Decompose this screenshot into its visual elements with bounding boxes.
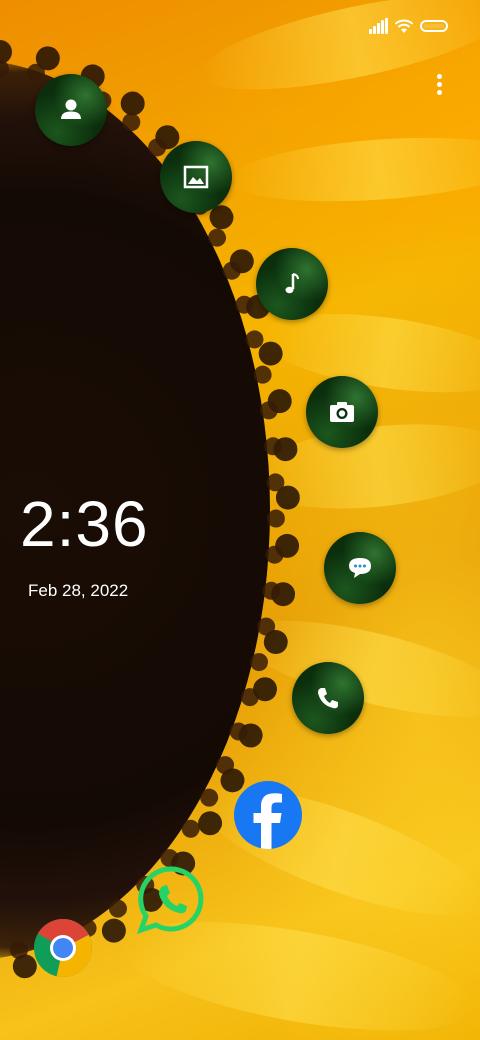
contact-icon	[61, 99, 81, 119]
chrome-icon	[34, 919, 92, 977]
clock-date: Feb 28, 2022	[28, 581, 129, 600]
contacts-shortcut[interactable]	[35, 74, 107, 146]
whatsapp-icon	[136, 866, 204, 934]
more-vertical-icon[interactable]	[430, 72, 450, 98]
status-bar	[0, 0, 480, 56]
clock-time: 2:36	[20, 488, 149, 560]
message-icon	[349, 558, 371, 578]
messages-shortcut[interactable]	[324, 532, 396, 604]
whatsapp-app[interactable]	[136, 864, 208, 936]
image-icon	[183, 165, 209, 189]
facebook-app[interactable]	[233, 780, 303, 850]
cellular-signal-icon	[369, 18, 389, 34]
phone-icon	[318, 688, 338, 709]
phone-shortcut[interactable]	[292, 662, 364, 734]
wifi-icon	[394, 18, 414, 34]
camera-icon	[330, 402, 354, 422]
chrome-app[interactable]	[33, 918, 93, 978]
battery-icon	[420, 20, 448, 32]
music-shortcut[interactable]	[256, 248, 328, 320]
gallery-shortcut[interactable]	[160, 141, 232, 213]
music-note-icon	[285, 273, 299, 294]
facebook-icon	[234, 781, 302, 849]
camera-shortcut[interactable]	[306, 376, 378, 448]
